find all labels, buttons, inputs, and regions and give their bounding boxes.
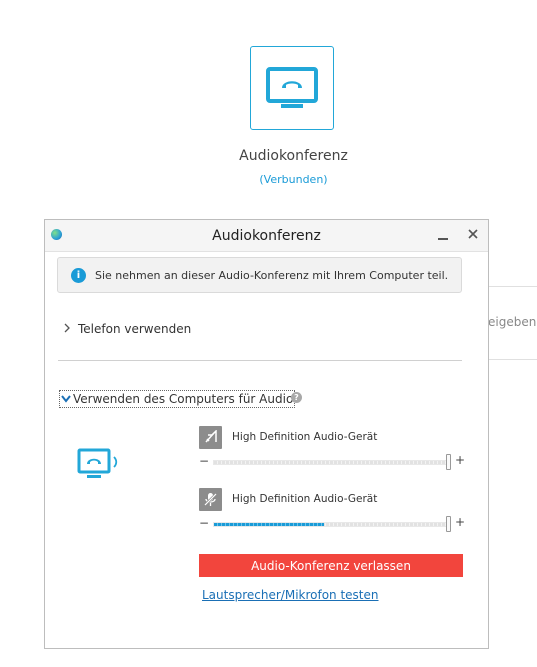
help-icon[interactable]: ? <box>291 392 302 403</box>
mic-volume-down-icon: − <box>199 516 210 530</box>
dialog-titlebar[interactable]: Audiokonferenz <box>45 220 488 252</box>
chevron-right-icon <box>63 322 73 336</box>
minimize-icon <box>438 238 448 240</box>
microphone-volume-thumb[interactable] <box>446 516 451 532</box>
info-icon: i <box>71 268 86 283</box>
microphone-label: High Definition Audio-Gerät <box>232 493 378 505</box>
audio-conference-tile[interactable] <box>250 46 334 130</box>
tile-title: Audiokonferenz <box>239 148 348 164</box>
info-banner: i Sie nehmen an dieser Audio-Konferenz m… <box>57 257 462 293</box>
speaker-volume-thumb[interactable] <box>446 454 451 470</box>
computer-audio-option[interactable]: Verwenden des Computers für Audio <box>59 390 296 409</box>
computer-audio-label: Verwenden des Computers für Audio <box>73 392 294 406</box>
microphone-volume-slider[interactable]: − + <box>199 515 466 533</box>
background-panel: eigeben <box>488 286 537 360</box>
speaker-volume-slider[interactable]: − + <box>199 453 466 471</box>
computer-audio-icon <box>77 448 125 488</box>
connection-status: (Verbunden) <box>259 173 328 186</box>
speaker-level-track <box>213 460 449 465</box>
volume-up-icon: + <box>455 453 466 467</box>
phone-option[interactable]: Telefon verwenden <box>63 322 191 336</box>
volume-down-icon: − <box>199 454 210 468</box>
info-text: Sie nehmen an dieser Audio-Konferenz mit… <box>95 269 449 282</box>
microphone-muted-icon[interactable] <box>199 488 222 511</box>
audio-conference-dialog: Audiokonferenz i Sie nehmen an dieser Au… <box>44 219 489 649</box>
dialog-title: Audiokonferenz <box>212 228 321 244</box>
minimize-button[interactable] <box>436 227 450 243</box>
phone-option-label: Telefon verwenden <box>78 322 192 336</box>
close-icon <box>468 229 478 239</box>
speaker-label: High Definition Audio-Gerät <box>232 431 378 443</box>
divider <box>58 360 462 361</box>
mic-volume-up-icon: + <box>455 515 466 529</box>
microphone-level-track <box>213 522 449 527</box>
speaker-muted-icon[interactable] <box>199 426 222 449</box>
chevron-down-icon <box>61 393 73 409</box>
monitor-phone-small-icon <box>77 448 118 478</box>
close-button[interactable] <box>466 227 480 243</box>
monitor-phone-icon <box>266 67 318 108</box>
leave-audio-conference-button[interactable]: Audio-Konferenz verlassen <box>199 554 463 577</box>
microphone-level-meter <box>214 523 324 526</box>
test-speaker-microphone-link[interactable]: Lautsprecher/Mikrofon testen <box>202 588 379 602</box>
background-partial-text: eigeben <box>488 315 537 329</box>
